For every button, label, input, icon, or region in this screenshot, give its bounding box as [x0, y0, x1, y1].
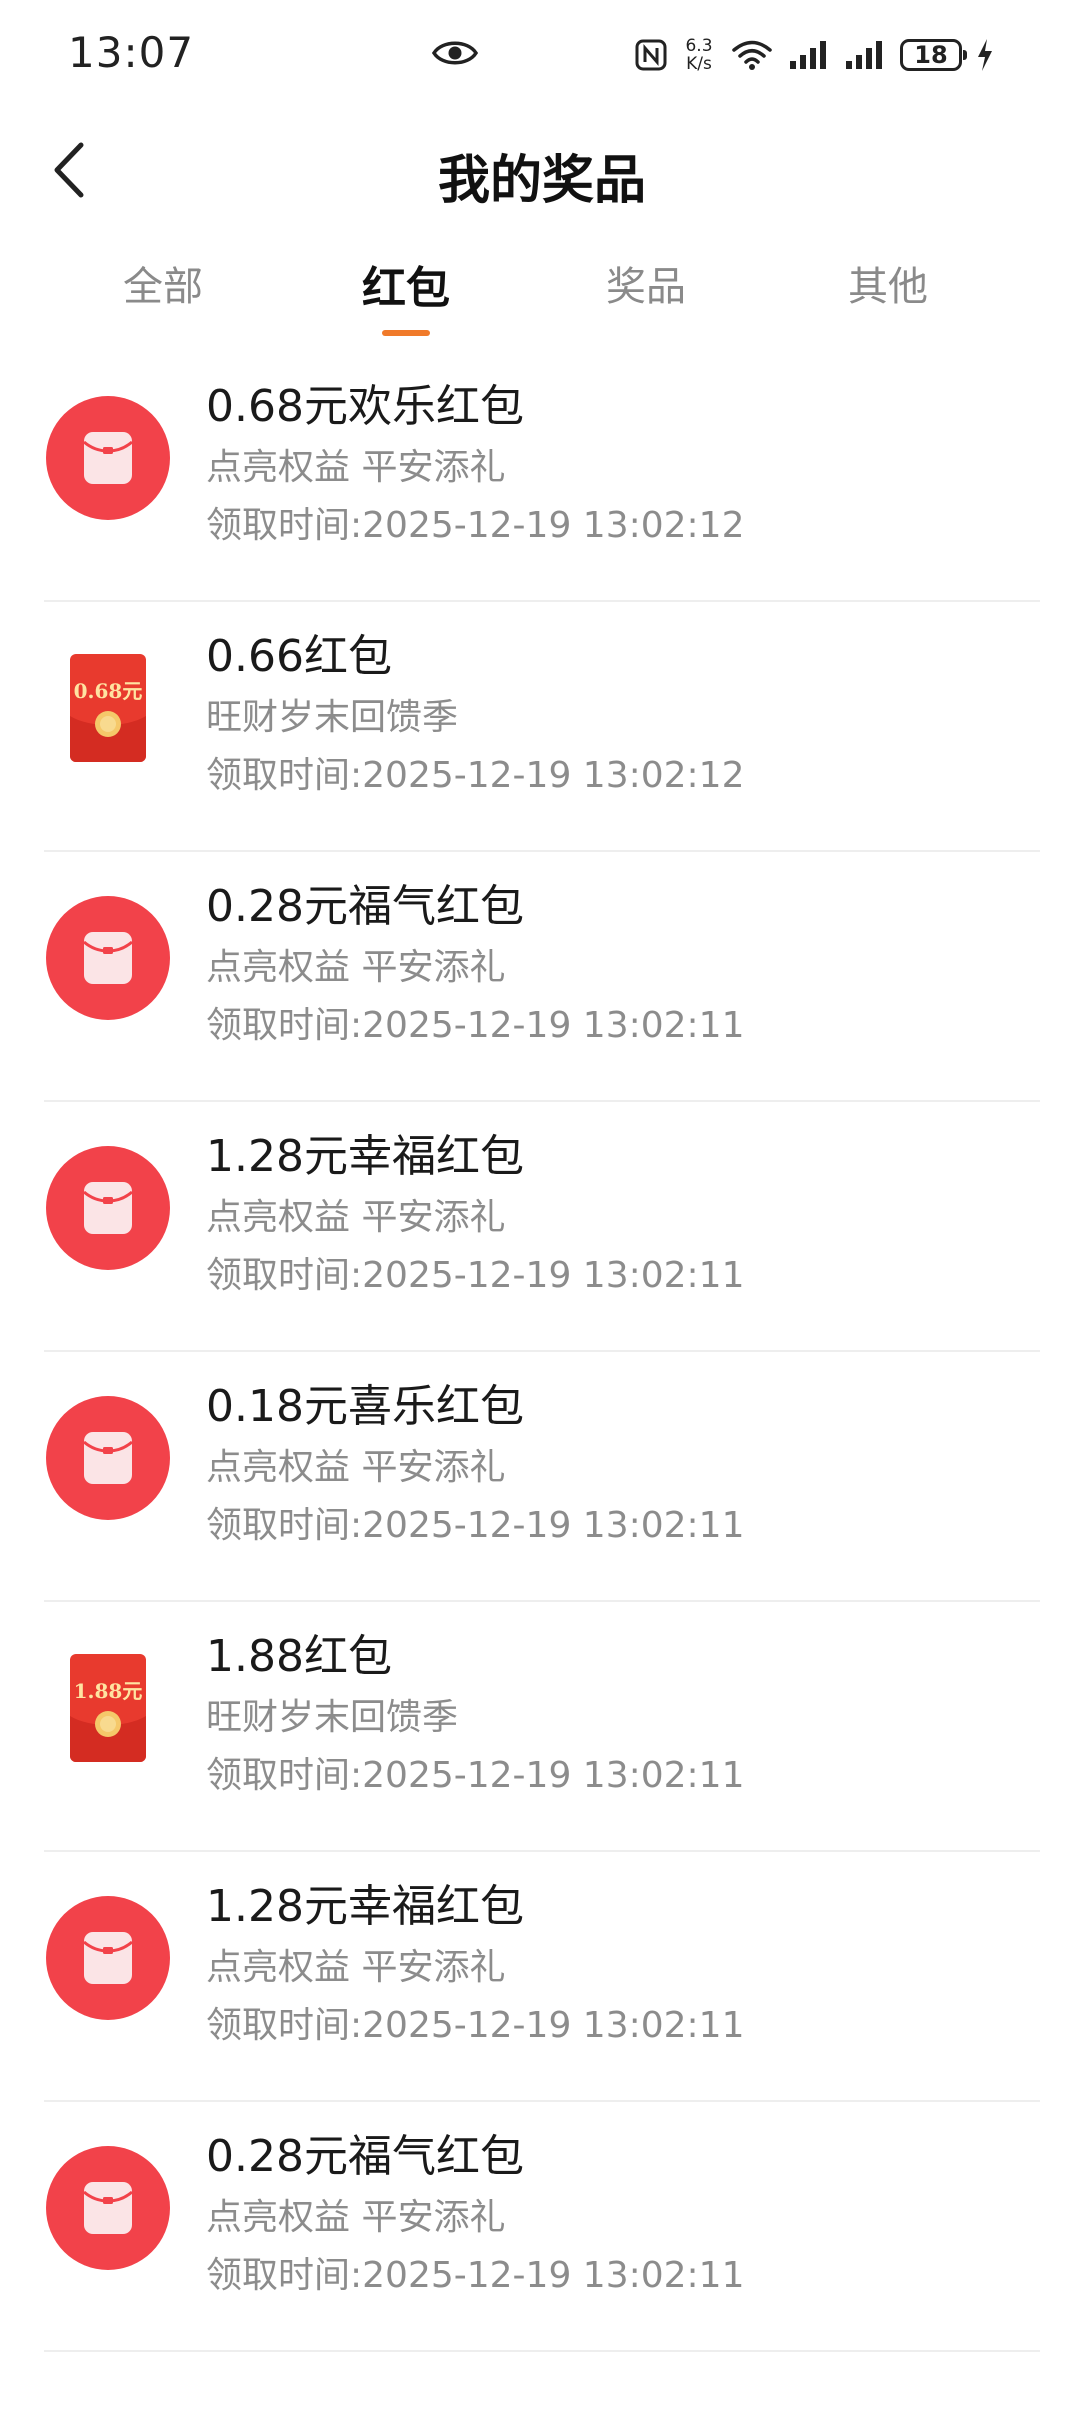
item-time: 领取时间:2025-12-19 13:02:11 — [206, 1255, 745, 1296]
item-title: 1.28元幸福红包 — [206, 1131, 524, 1182]
page-header: 我的奖品 — [0, 120, 1084, 220]
network-speed: 6.3 K/s — [682, 37, 716, 73]
list-item[interactable]: 1.28元幸福红包 点亮权益 平安添礼 领取时间:2025-12-19 13:0… — [0, 1852, 1084, 2102]
red-envelope-ticket-icon: 1.88元 — [46, 1646, 170, 1770]
page-title: 我的奖品 — [437, 151, 646, 211]
round-red-envelope-icon — [46, 396, 170, 520]
item-time: 领取时间:2025-12-19 13:02:11 — [206, 1505, 745, 1546]
item-time: 领取时间:2025-12-19 13:02:11 — [206, 2005, 745, 2046]
item-title: 1.88红包 — [206, 1631, 392, 1682]
item-time: 领取时间:2025-12-19 13:02:12 — [206, 505, 745, 546]
network-speed-value: 6.3 — [685, 36, 713, 56]
signal-icon — [790, 41, 826, 69]
list-item[interactable]: 1.28元幸福红包 点亮权益 平安添礼 领取时间:2025-12-19 13:0… — [0, 1102, 1084, 1352]
ticket-amount: 0.68元 — [74, 679, 143, 703]
item-source: 点亮权益 平安添礼 — [206, 1447, 506, 1488]
red-envelope-ticket-icon: 0.68元 — [46, 646, 170, 770]
tab-active-indicator — [382, 330, 430, 336]
item-source: 点亮权益 平安添礼 — [206, 1947, 506, 1988]
round-red-envelope-icon — [46, 1396, 170, 1520]
ticket-amount: 1.88元 — [74, 1679, 143, 1703]
tab-prizes[interactable]: 奖品 — [546, 254, 746, 312]
item-source: 旺财岁末回馈季 — [206, 697, 459, 738]
status-icons: 6.3 K/s 18 — [634, 30, 994, 80]
list-item[interactable]: 0.28元福气红包 点亮权益 平安添礼 领取时间:2025-12-19 13:0… — [0, 852, 1084, 1102]
item-time: 领取时间:2025-12-19 13:02:11 — [206, 2255, 745, 2296]
item-source: 点亮权益 平安添礼 — [206, 1197, 506, 1238]
item-title: 0.28元福气红包 — [206, 2131, 524, 2182]
item-time: 领取时间:2025-12-19 13:02:12 — [206, 755, 745, 796]
battery-icon: 18 — [900, 39, 967, 71]
charging-icon — [978, 39, 992, 71]
item-title: 0.28元福气红包 — [206, 881, 524, 932]
round-red-envelope-icon — [46, 1896, 170, 2020]
status-time: 13:07 — [68, 28, 195, 77]
item-source: 旺财岁末回馈季 — [206, 1697, 459, 1738]
item-title: 1.28元幸福红包 — [206, 1881, 524, 1932]
list-item[interactable]: 0.68元 0.66红包 旺财岁末回馈季 领取时间:2025-12-19 13:… — [0, 602, 1084, 852]
round-red-envelope-icon — [46, 1146, 170, 1270]
list-item[interactable]: 0.68元欢乐红包 点亮权益 平安添礼 领取时间:2025-12-19 13:0… — [0, 352, 1084, 602]
round-red-envelope-icon — [46, 896, 170, 1020]
item-time: 领取时间:2025-12-19 13:02:11 — [206, 1755, 745, 1796]
eye-comfort-icon — [432, 41, 478, 65]
tab-red-envelope-label: 红包 — [362, 263, 450, 314]
divider — [44, 2350, 1040, 2352]
item-title: 0.18元喜乐红包 — [206, 1381, 524, 1432]
item-source: 点亮权益 平安添礼 — [206, 447, 506, 488]
item-title: 0.66红包 — [206, 631, 392, 682]
list-item[interactable]: 1.88元 1.88红包 旺财岁末回馈季 领取时间:2025-12-19 13:… — [0, 1602, 1084, 1852]
nfc-icon — [635, 39, 667, 71]
list-item[interactable]: 0.18元喜乐红包 点亮权益 平安添礼 领取时间:2025-12-19 13:0… — [0, 1352, 1084, 1602]
item-source: 点亮权益 平安添礼 — [206, 2197, 506, 2238]
wifi-icon — [732, 40, 772, 70]
status-bar: 13:07 6.3 K/s 18 — [0, 0, 1084, 110]
item-source: 点亮权益 平安添礼 — [206, 947, 506, 988]
network-speed-unit: K/s — [686, 54, 712, 74]
signal-icon-2 — [846, 41, 882, 69]
item-time: 领取时间:2025-12-19 13:02:11 — [206, 1005, 745, 1046]
tab-bar: 全部 红包 奖品 其他 — [0, 240, 1084, 340]
round-red-envelope-icon — [46, 2146, 170, 2270]
item-title: 0.68元欢乐红包 — [206, 381, 524, 432]
tab-all[interactable]: 全部 — [63, 254, 263, 312]
list-item[interactable]: 0.28元福气红包 点亮权益 平安添礼 领取时间:2025-12-19 13:0… — [0, 2102, 1084, 2352]
tab-other[interactable]: 其他 — [788, 254, 988, 312]
tab-red-envelope[interactable]: 红包 — [306, 252, 506, 336]
prize-list: 0.68元欢乐红包 点亮权益 平安添礼 领取时间:2025-12-19 13:0… — [0, 352, 1084, 2352]
